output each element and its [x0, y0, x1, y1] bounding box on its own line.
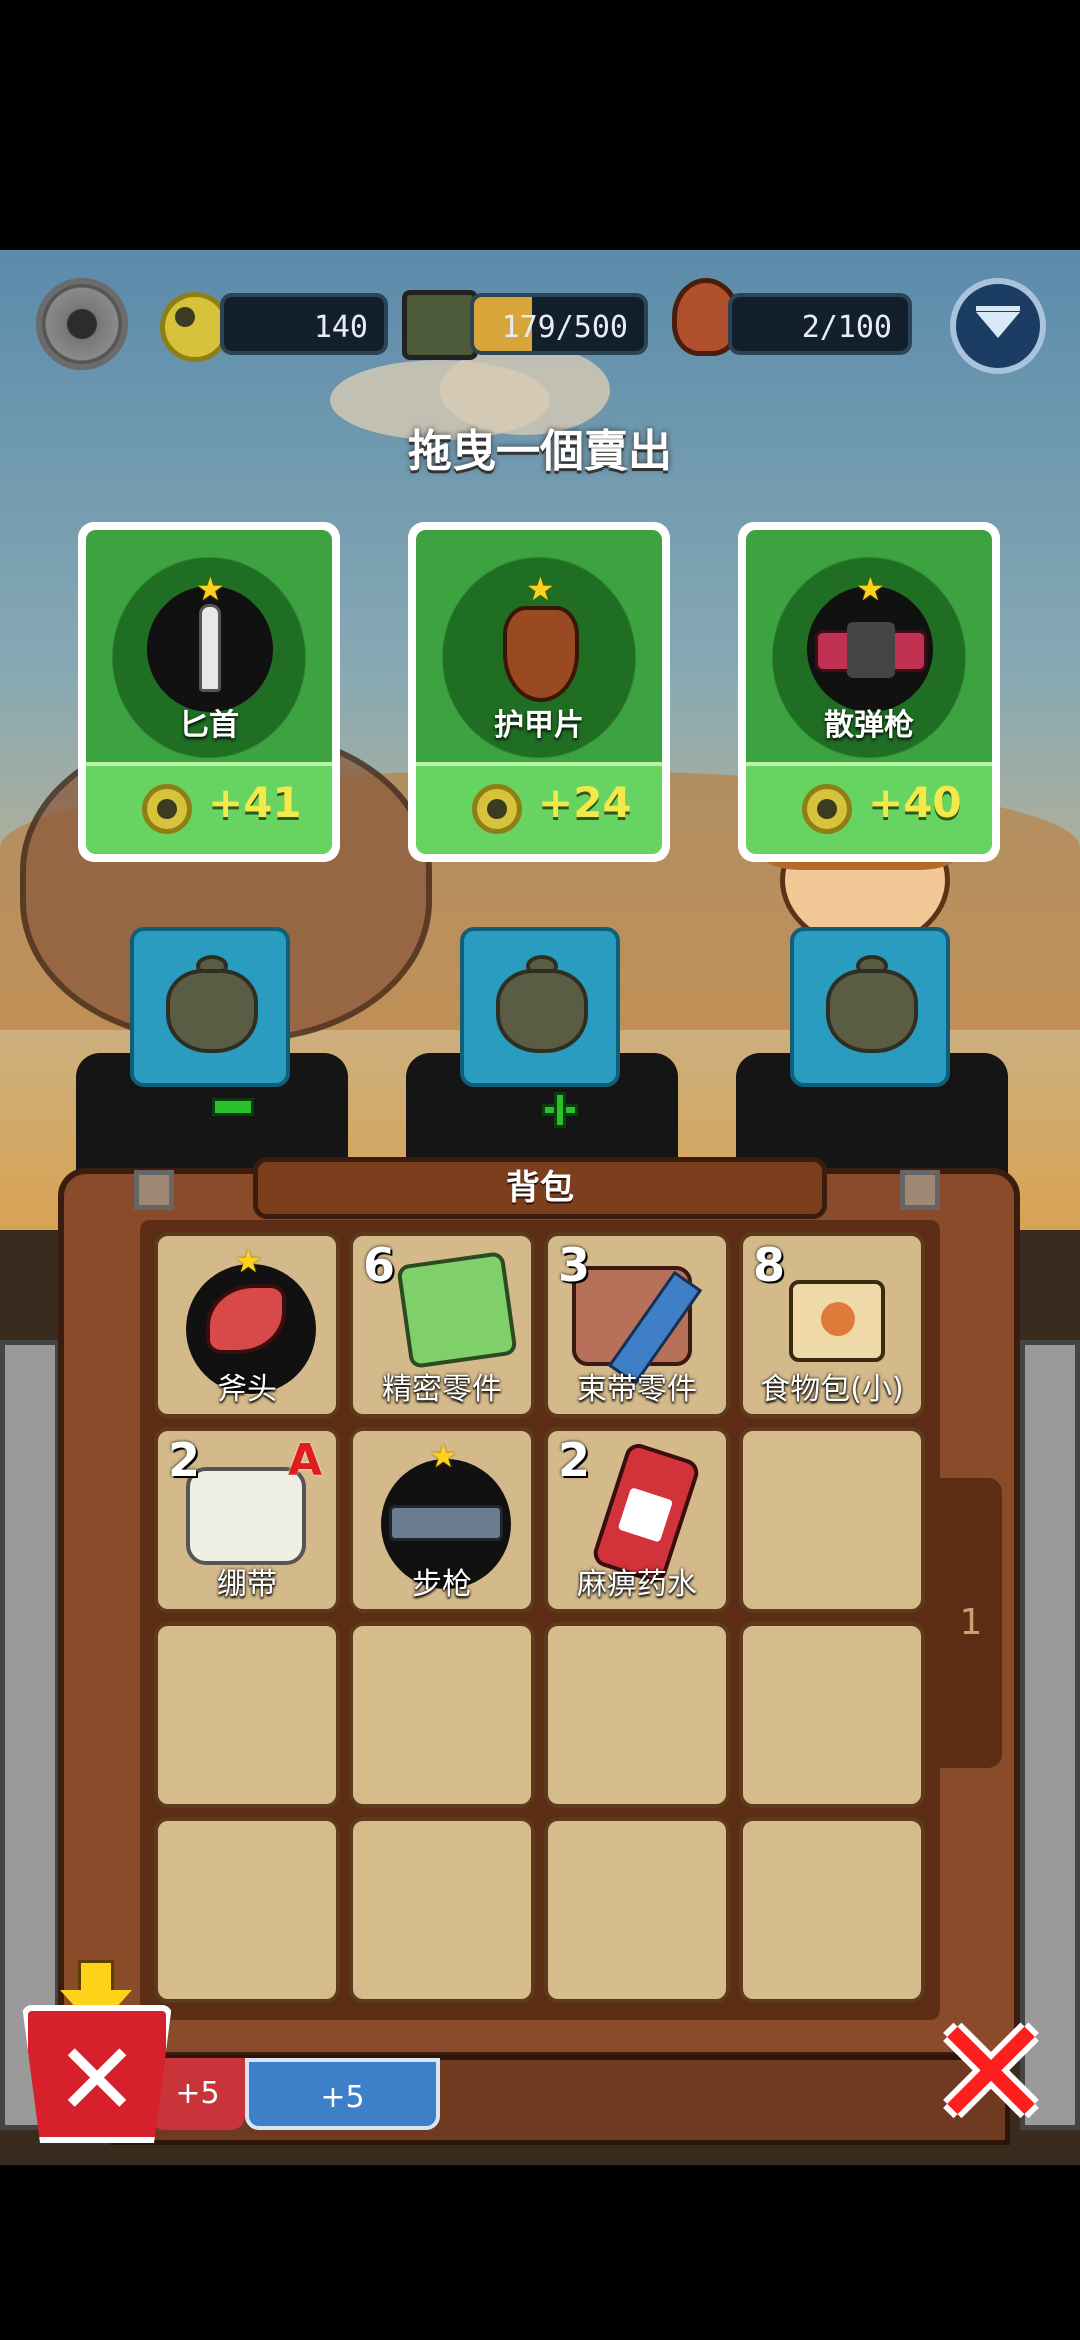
- bolts-counter: 140: [220, 293, 388, 355]
- inventory-slot-empty[interactable]: [154, 1817, 340, 2003]
- food-pack-icon: [789, 1280, 885, 1362]
- inventory-slot-empty[interactable]: [154, 1622, 340, 1808]
- star-icon: ★: [234, 1242, 263, 1280]
- supplies-counter: 179/500: [470, 293, 648, 355]
- supply-crate-icon: [402, 290, 478, 360]
- inventory-slot-empty[interactable]: [544, 1622, 730, 1808]
- inventory-slot-food-pack[interactable]: 8 食物包(小): [739, 1232, 925, 1418]
- inventory-slot-axe[interactable]: ★ 斧头: [154, 1232, 340, 1418]
- inventory-slot-empty[interactable]: [349, 1622, 535, 1808]
- sell-card-armor-plate[interactable]: ★ 护甲片 +24: [408, 522, 670, 862]
- minus-icon: [212, 1098, 254, 1116]
- sell-card-name: 散弹枪: [824, 708, 914, 743]
- inventory-slot-label: 束带零件: [577, 1372, 697, 1407]
- star-icon: ★: [429, 1437, 458, 1475]
- sell-card-shotgun[interactable]: ★ 散弹枪 +40: [738, 522, 1000, 862]
- bonus-left: +5: [150, 2058, 245, 2130]
- bolt-currency-icon: [802, 784, 852, 834]
- inventory-slot-empty[interactable]: [544, 1817, 730, 2003]
- bottom-black-bar: [0, 2165, 1080, 2340]
- inventory-slot-label: 精密零件: [382, 1372, 502, 1407]
- bolt-currency-icon: [142, 784, 192, 834]
- sell-instruction: 拖曳一個賣出: [408, 426, 672, 477]
- bonus-right: +5: [245, 2058, 440, 2130]
- inventory-slot-label: 步枪: [412, 1567, 472, 1602]
- plus-icon: [542, 1092, 578, 1128]
- sell-card-price: +40: [868, 778, 962, 827]
- close-button[interactable]: ✕: [926, 1999, 1056, 2149]
- loot-bag-button-right[interactable]: [790, 927, 950, 1087]
- sell-card-price: +24: [538, 778, 632, 827]
- inventory-slot-empty[interactable]: [739, 1622, 925, 1808]
- inventory-slot-label: 食物包(小): [760, 1372, 904, 1407]
- inventory-slot-empty[interactable]: [739, 1427, 925, 1613]
- item-count: 2: [168, 1433, 201, 1487]
- inventory-slot-paralysis-potion[interactable]: 2 麻痹药水: [544, 1427, 730, 1613]
- inventory-slot-rifle[interactable]: ★ 步枪: [349, 1427, 535, 1613]
- item-count: 6: [363, 1238, 396, 1292]
- sell-card-price: +41: [208, 778, 302, 827]
- precision-parts-icon: [396, 1250, 518, 1370]
- inventory-slot-empty[interactable]: [349, 1817, 535, 2003]
- item-count: 2: [558, 1433, 591, 1487]
- inventory-slot-empty[interactable]: [739, 1817, 925, 2003]
- item-count: 3: [558, 1238, 591, 1292]
- panel-corner-bolt: [900, 1170, 940, 1210]
- settings-gear-icon[interactable]: [36, 278, 128, 370]
- sell-card-name: 匕首: [179, 708, 239, 743]
- panel-corner-bolt: [134, 1170, 174, 1210]
- loot-bag-button-left[interactable]: [130, 927, 290, 1087]
- star-icon: ★: [856, 570, 885, 608]
- star-icon: ★: [526, 570, 555, 608]
- discard-x-icon: ✕: [55, 2021, 139, 2138]
- star-icon: ★: [196, 570, 225, 608]
- inventory-page-tab[interactable]: 1: [940, 1478, 1002, 1768]
- item-grade-tag: A: [287, 1435, 322, 1486]
- menu-dropdown-button[interactable]: [950, 278, 1046, 374]
- inventory-slot-precision-parts[interactable]: 6 精密零件: [349, 1232, 535, 1418]
- discard-button[interactable]: ✕: [22, 2005, 172, 2143]
- sell-card-dagger[interactable]: ★ 匕首 +41: [78, 522, 340, 862]
- loot-bag-button-center[interactable]: [460, 927, 620, 1087]
- inventory-slot-strap-parts[interactable]: 3 束带零件: [544, 1232, 730, 1418]
- inventory-slot-label: 斧头: [217, 1372, 277, 1407]
- sell-card-name: 护甲片: [494, 708, 584, 743]
- item-count: 8: [753, 1238, 786, 1292]
- food-counter: 2/100: [728, 293, 912, 355]
- inventory-slot-label: 绷带: [217, 1567, 277, 1602]
- backpack-title: 背包: [253, 1157, 827, 1219]
- top-black-bar: [0, 0, 1080, 250]
- bolt-currency-icon: [472, 784, 522, 834]
- inventory-slot-label: 麻痹药水: [577, 1567, 697, 1602]
- inventory-slot-bandage[interactable]: 2 A 绷带: [154, 1427, 340, 1613]
